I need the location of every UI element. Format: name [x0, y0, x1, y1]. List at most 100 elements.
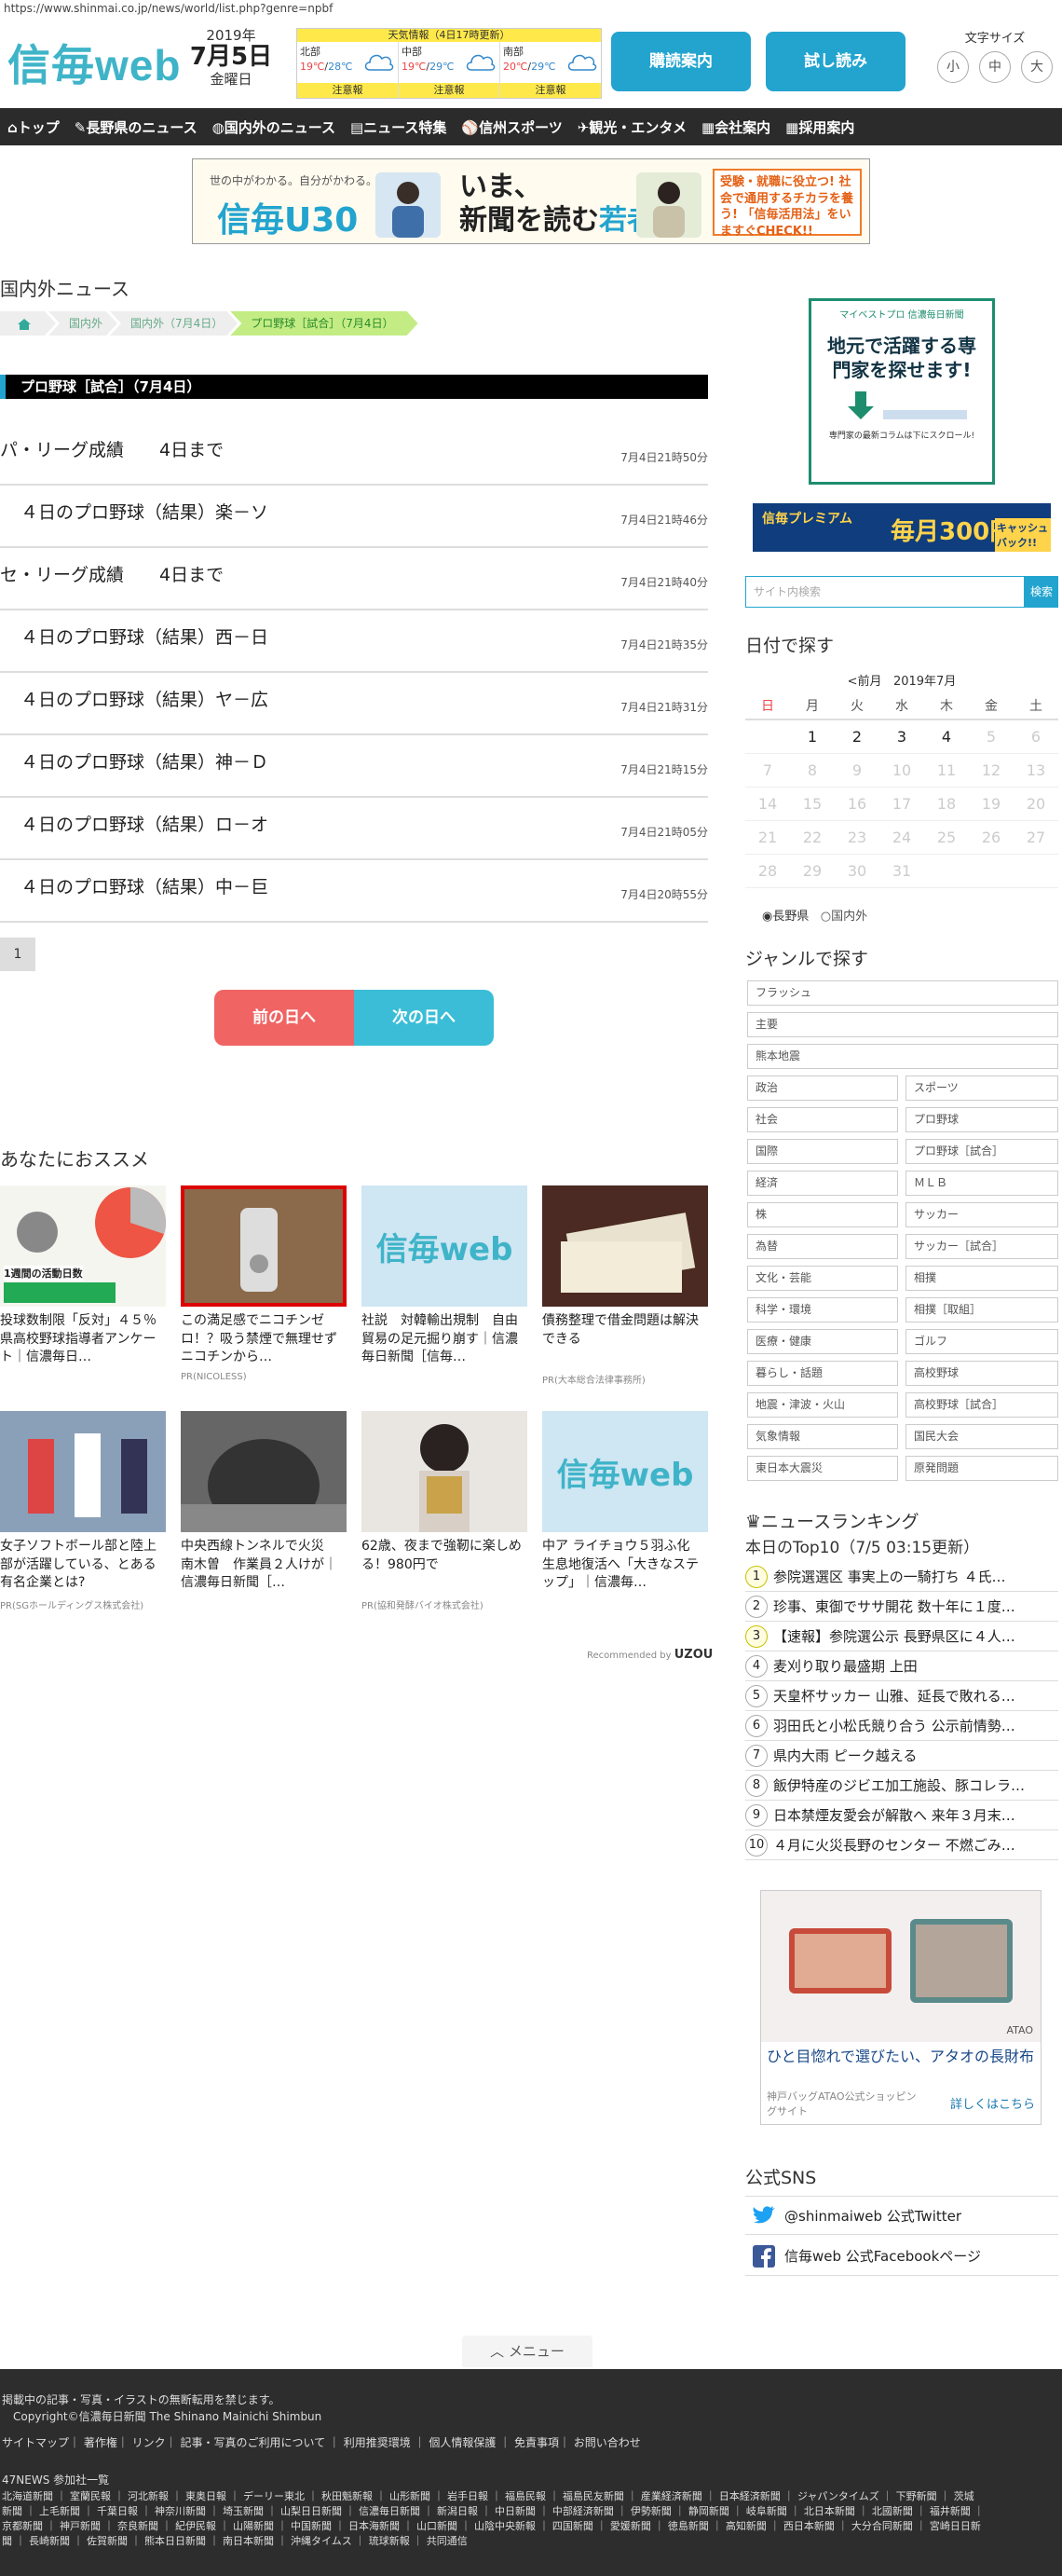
genre-item[interactable]: 高校野球［試合］ [905, 1392, 1058, 1418]
ranking-item[interactable]: 10 ４月に火災長野のセンター 不燃ごみ… [745, 1830, 1058, 1860]
gnav-item[interactable]: ⌂トップ [0, 117, 67, 137]
recommend-card[interactable]: 信毎web 中ア ライチョウ５羽ふ化 生息地復活へ「大きなステップ」｜信濃毎… [542, 1411, 708, 1594]
prev-day-button[interactable]: 前の日へ [214, 990, 354, 1046]
calendar-day[interactable]: 2 [835, 719, 879, 754]
article-title[interactable]: ４日のプロ野球（結果）神－Ｄ [20, 748, 268, 774]
genre-item[interactable]: 国際 [747, 1139, 898, 1164]
footer-papers-1[interactable]: 北海道新聞 ｜ 室蘭民報 ｜ 河北新報 ｜ 東奥日報 ｜ デーリー東北 ｜ 秋田… [2, 2488, 974, 2503]
article-row[interactable]: ４日のプロ野球（結果）西－日 7月4日21時35分 [0, 610, 708, 673]
genre-item[interactable]: 政治 [747, 1076, 898, 1101]
ranking-item[interactable]: 1 参院選選区 事実上の一騎打ち ４氏… [745, 1562, 1058, 1592]
breadcrumb-world-date[interactable]: 国内外（7月4日） [110, 311, 238, 336]
ranking-item[interactable]: 7 県内大雨 ピーク越える [745, 1741, 1058, 1771]
recommend-card[interactable]: 債務整理で借金問題は解決できる PR(大本総合法律事務所) [542, 1185, 708, 1386]
genre-item[interactable]: 医療・健康 [747, 1329, 898, 1354]
page-number-1[interactable]: 1 [0, 938, 35, 971]
article-title[interactable]: ４日のプロ野球（結果）ヤ－広 [20, 686, 268, 711]
font-size-small-button[interactable]: 小 [937, 51, 969, 83]
article-row[interactable]: セ・リーグ成績 4日まで 7月4日21時40分 [0, 548, 708, 610]
genre-item[interactable]: プロ野球［試合］ [905, 1139, 1058, 1164]
search-button[interactable]: 検索 [1025, 576, 1058, 608]
genre-item[interactable]: ＭＬＢ [905, 1171, 1058, 1196]
genre-item[interactable]: 原発問題 [905, 1456, 1058, 1481]
article-title[interactable]: ４日のプロ野球（結果）ロ－オ [20, 811, 268, 836]
radio-nagano[interactable]: ◉長野県 [762, 910, 809, 924]
genre-item[interactable]: 相撲［取組］ [905, 1297, 1058, 1322]
next-day-button[interactable]: 次の日へ [354, 990, 494, 1046]
breadcrumb-home[interactable] [0, 311, 56, 336]
premium-ad[interactable]: 信毎プレミアム 毎月300円 キャッシュバック!! [753, 503, 1051, 552]
article-row[interactable]: ４日のプロ野球（結果）ヤ－広 7月4日21時31分 [0, 673, 708, 735]
genre-item[interactable]: 暮らし・話題 [747, 1361, 898, 1386]
card-title[interactable]: 中央西線トンネルで火災 南木曽 作業員２人けが｜信濃毎日新聞［… [181, 1538, 347, 1594]
genre-item[interactable]: 経済 [747, 1171, 898, 1196]
card-title[interactable]: 中ア ライチョウ５羽ふ化 生息地復活へ「大きなステップ」｜信濃毎… [542, 1538, 708, 1594]
radio-world[interactable]: ○国内外 [821, 910, 867, 924]
calendar-day[interactable]: 1 [790, 719, 835, 754]
genre-item[interactable]: スポーツ [905, 1076, 1058, 1101]
article-row[interactable]: ４日のプロ野球（結果）中－巨 7月4日20時55分 [0, 860, 708, 923]
atao-link[interactable]: 詳しくはこちら [950, 2094, 1035, 2112]
card-title[interactable]: 62歳、夜まで強靭に楽しめる！980円で [361, 1538, 527, 1594]
ranking-item[interactable]: 2 珍事、東御でササ開花 数十年に１度… [745, 1592, 1058, 1622]
card-title[interactable]: 社説 対韓輸出規制 自由貿易の足元掘り崩す｜信濃毎日新聞［信毎… [361, 1312, 527, 1368]
genre-item[interactable]: サッカー［試合］ [905, 1234, 1058, 1259]
font-size-large-button[interactable]: 大 [1021, 51, 1053, 83]
gnav-item[interactable]: ⚾信州スポーツ [454, 117, 569, 137]
calendar-prev-month[interactable]: <前月 [848, 675, 882, 689]
footer-links[interactable]: サイトマップ｜ 著作権｜ リンク｜ 記事・写真のご利用について ｜ 利用推奨環境… [2, 2434, 641, 2450]
gnav-item[interactable]: ▦会社案内 [694, 117, 778, 137]
site-logo[interactable]: 信毎web [7, 32, 181, 93]
article-title[interactable]: ４日のプロ野球（結果）中－巨 [20, 873, 268, 898]
genre-item[interactable]: 文化・芸能 [747, 1266, 898, 1291]
genre-item[interactable]: 相撲 [905, 1266, 1058, 1291]
article-title[interactable]: ４日のプロ野球（結果）楽－ソ [20, 499, 268, 524]
genre-item[interactable]: サッカー [905, 1202, 1058, 1227]
article-title[interactable]: ４日のプロ野球（結果）西－日 [20, 623, 268, 649]
genre-item[interactable]: 為替 [747, 1234, 898, 1259]
gnav-item[interactable]: ▦採用案内 [778, 117, 862, 137]
genre-item[interactable]: 高校野球 [905, 1361, 1058, 1386]
card-title[interactable]: 女子ソフトボール部と陸上部が活躍している、とある有名企業とは? [0, 1538, 166, 1594]
mybestpro-ad[interactable]: マイベストプロ 信濃毎日新聞 地元で活躍する専門家を探せます! 専門家の最新コラ… [809, 298, 995, 485]
genre-item[interactable]: 熊本地震 [747, 1044, 1058, 1069]
atao-ad[interactable]: ATAO ひと目惚れで選びたい、アタオの長財布 神戸バッグATAO公式ショッピン… [760, 1890, 1042, 2125]
genre-item[interactable]: 地震・津波・火山 [747, 1392, 898, 1418]
gnav-item[interactable]: ▤ニュース特集 [343, 117, 454, 137]
genre-item[interactable]: プロ野球 [905, 1107, 1058, 1132]
recommend-card[interactable]: 中央西線トンネルで火災 南木曽 作業員２人けが｜信濃毎日新聞［… [181, 1411, 347, 1594]
genre-item[interactable]: 主要 [747, 1012, 1058, 1037]
article-row[interactable]: ４日のプロ野球（結果）楽－ソ 7月4日21時46分 [0, 486, 708, 548]
card-title[interactable]: 投球数制限「反対」４５％ 県高校野球指導者アンケート｜信濃毎日… [0, 1312, 166, 1368]
font-size-medium-button[interactable]: 中 [979, 51, 1011, 83]
article-row[interactable]: パ・リーグ成績 4日まで 7月4日21時50分 [0, 423, 708, 486]
ranking-item[interactable]: 3 【速報】参院選公示 長野県区に４人… [745, 1622, 1058, 1651]
genre-item[interactable]: ゴルフ [905, 1329, 1058, 1354]
footer-papers-3[interactable]: 京都新聞 ｜ 神戸新聞 ｜ 奈良新聞 ｜ 紀伊民報 ｜ 山陽新聞 ｜ 中国新聞 … [2, 2518, 981, 2533]
calendar-day[interactable]: 3 [879, 719, 924, 754]
recommend-card[interactable]: 1週間の活動日数 投球数制限「反対」４５％ 県高校野球指導者アンケート｜信濃毎日… [0, 1185, 166, 1368]
genre-item[interactable]: フラッシュ [747, 980, 1058, 1006]
calendar-day[interactable]: 4 [924, 719, 969, 754]
ranking-item[interactable]: 4 麦刈り取り最盛期 上田 [745, 1651, 1058, 1681]
twitter-link[interactable]: @shinmaiweb 公式Twitter [745, 2196, 1058, 2235]
ranking-item[interactable]: 5 天皇杯サッカー 山雅、延長で敗れる… [745, 1681, 1058, 1711]
genre-item[interactable]: 東日本大震災 [747, 1456, 898, 1481]
genre-item[interactable]: 社会 [747, 1107, 898, 1132]
recommend-card[interactable]: 62歳、夜まで強靭に楽しめる！980円で PR(協和発酵バイオ株式会社) [361, 1411, 527, 1611]
article-title[interactable]: セ・リーグ成績 4日まで [0, 561, 224, 586]
article-row[interactable]: ４日のプロ野球（結果）神－Ｄ 7月4日21時15分 [0, 735, 708, 798]
ranking-item[interactable]: 9 日本禁煙友愛会が解散へ 来年３月末… [745, 1801, 1058, 1830]
recommend-card[interactable]: 信毎web 社説 対韓輸出規制 自由貿易の足元掘り崩す｜信濃毎日新聞［信毎… [361, 1185, 527, 1368]
facebook-link[interactable]: 信毎web 公式Facebookページ [745, 2237, 1058, 2276]
gnav-item[interactable]: ✈観光・エンタメ [570, 117, 694, 137]
genre-item[interactable]: 科学・環境 [747, 1297, 898, 1322]
menu-button[interactable]: ︿ メニュー [462, 2336, 592, 2367]
article-row[interactable]: ４日のプロ野球（結果）ロ－オ 7月4日21時05分 [0, 798, 708, 860]
genre-item[interactable]: 気象情報 [747, 1424, 898, 1449]
trial-read-button[interactable]: 試し読み [766, 32, 905, 91]
u30-banner-ad[interactable]: 世の中がわかる。自分がかわる。 信毎U30 いま、 新聞を読む若者たち 受験・就… [192, 158, 870, 244]
footer-papers-2[interactable]: 新聞 ｜ 上毛新聞 ｜ 千葉日報 ｜ 神奈川新聞 ｜ 埼玉新聞 ｜ 山梨日日新聞… [2, 2503, 984, 2518]
breadcrumb-world[interactable]: 国内外 [48, 311, 117, 336]
search-input[interactable]: サイト内検索 [745, 576, 1025, 608]
